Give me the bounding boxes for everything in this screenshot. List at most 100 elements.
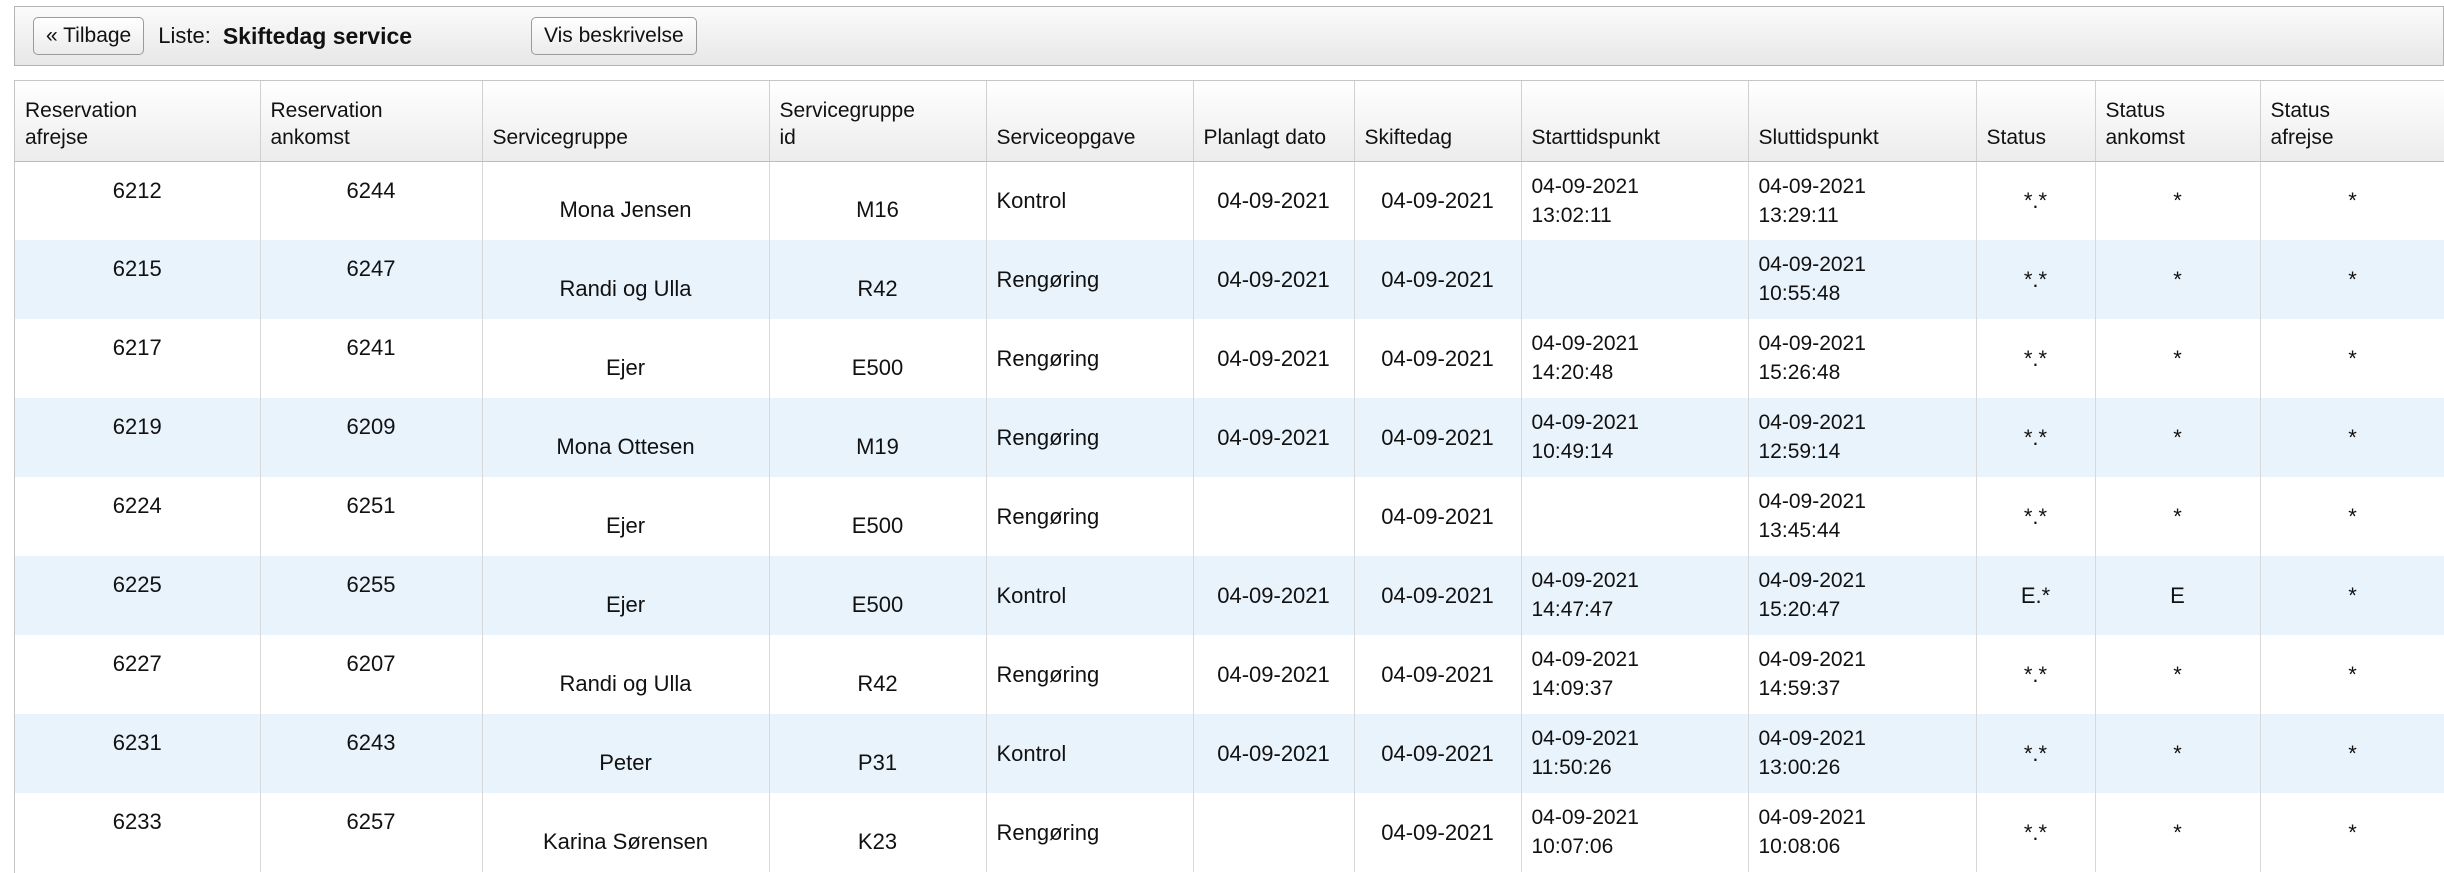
cell-status-afrejse: * <box>2260 240 2444 319</box>
cell-servicegruppe: Randi og Ulla <box>482 240 770 319</box>
column-header-servicegruppe-id[interactable]: Servicegruppe id <box>769 81 987 162</box>
cell-serviceopgave: Rengøring <box>986 793 1194 872</box>
table-row[interactable]: 6215 6247 Randi og Ulla R42 Rengøring 04-09-2… <box>15 240 2444 319</box>
column-header-servicegruppe[interactable]: Servicegruppe <box>482 81 770 162</box>
cell-reservation-afrejse: 6227 <box>15 635 261 714</box>
cell-servicegruppe-id: E500 <box>769 556 987 635</box>
cell-skiftedag: 04-09-2021 <box>1354 714 1522 793</box>
cell-starttidspunkt: 04-09-2021 10:49:14 <box>1521 398 1749 477</box>
table-row[interactable]: 6227 6207 Randi og Ulla R42 Rengøring 04-09-2… <box>15 635 2444 714</box>
cell-starttidspunkt: 04-09-2021 13:02:11 <box>1521 161 1749 240</box>
cell-planlagt-dato: 04-09-2021 <box>1193 398 1355 477</box>
cell-serviceopgave: Rengøring <box>986 477 1194 556</box>
cell-reservation-afrejse: 6215 <box>15 240 261 319</box>
service-table: Reservation afrejse Reservation ankomst … <box>15 81 2444 872</box>
column-header-serviceopgave[interactable]: Serviceopgave <box>986 81 1194 162</box>
cell-serviceopgave: Kontrol <box>986 556 1194 635</box>
cell-servicegruppe-id: E500 <box>769 319 987 398</box>
cell-status: *.* <box>1976 793 2096 872</box>
cell-status-ankomst: * <box>2095 477 2261 556</box>
cell-status-afrejse: * <box>2260 793 2444 872</box>
cell-planlagt-dato: 04-09-2021 <box>1193 161 1355 240</box>
cell-reservation-afrejse: 6219 <box>15 398 261 477</box>
cell-sluttidspunkt: 04-09-2021 13:00:26 <box>1748 714 1977 793</box>
cell-serviceopgave: Rengøring <box>986 635 1194 714</box>
table-row[interactable]: 6219 6209 Mona Ottesen M19 Rengøring 04-09-20… <box>15 398 2444 477</box>
table-header: Reservation afrejse Reservation ankomst … <box>15 81 2444 162</box>
cell-reservation-ankomst: 6255 <box>260 556 483 635</box>
cell-skiftedag: 04-09-2021 <box>1354 635 1522 714</box>
table-row[interactable]: 6212 6244 Mona Jensen M16 Kontrol 04-09-2021 0… <box>15 161 2444 240</box>
cell-skiftedag: 04-09-2021 <box>1354 793 1522 872</box>
cell-skiftedag: 04-09-2021 <box>1354 398 1522 477</box>
cell-starttidspunkt <box>1521 240 1749 319</box>
show-description-button[interactable]: Vis beskrivelse <box>531 17 697 55</box>
cell-status: *.* <box>1976 240 2096 319</box>
table-row[interactable]: 6225 6255 Ejer E500 Kontrol 04-09-2021 04-09-2… <box>15 556 2444 635</box>
cell-planlagt-dato: 04-09-2021 <box>1193 556 1355 635</box>
cell-reservation-afrejse: 6217 <box>15 319 261 398</box>
cell-status: *.* <box>1976 319 2096 398</box>
cell-servicegruppe-id: K23 <box>769 793 987 872</box>
cell-status-afrejse: * <box>2260 398 2444 477</box>
list-name: Skiftedag service <box>222 22 413 49</box>
column-header-status-afrejse[interactable]: Status afrejse <box>2260 81 2444 162</box>
column-header-starttidspunkt[interactable]: Starttidspunkt <box>1521 81 1749 162</box>
back-button[interactable]: « Tilbage <box>33 17 145 55</box>
cell-starttidspunkt: 04-09-2021 14:09:37 <box>1521 635 1749 714</box>
cell-reservation-afrejse: 6231 <box>15 714 261 793</box>
cell-serviceopgave: Kontrol <box>986 161 1194 240</box>
table-body: 6212 6244 Mona Jensen M16 Kontrol 04-09-2021 0… <box>15 161 2444 872</box>
cell-planlagt-dato: 04-09-2021 <box>1193 714 1355 793</box>
cell-serviceopgave: Rengøring <box>986 240 1194 319</box>
cell-reservation-ankomst: 6241 <box>260 319 483 398</box>
cell-servicegruppe: Mona Ottesen <box>482 398 770 477</box>
cell-reservation-afrejse: 6224 <box>15 477 261 556</box>
cell-servicegruppe: Peter <box>482 714 770 793</box>
cell-servicegruppe: Mona Jensen <box>482 161 770 240</box>
list-label: Liste: <box>158 23 211 48</box>
service-table-container: Reservation afrejse Reservation ankomst … <box>14 80 2444 873</box>
cell-status-ankomst: * <box>2095 398 2261 477</box>
cell-reservation-ankomst: 6247 <box>260 240 483 319</box>
cell-sluttidspunkt: 04-09-2021 12:59:14 <box>1748 398 1977 477</box>
column-header-sluttidspunkt[interactable]: Sluttidspunkt <box>1748 81 1977 162</box>
table-row[interactable]: 6231 6243 Peter P31 Kontrol 04-09-2021 04-09-2… <box>15 714 2444 793</box>
cell-sluttidspunkt: 04-09-2021 14:59:37 <box>1748 635 1977 714</box>
cell-status-ankomst: E <box>2095 556 2261 635</box>
cell-status-ankomst: * <box>2095 635 2261 714</box>
cell-planlagt-dato: 04-09-2021 <box>1193 635 1355 714</box>
cell-status-afrejse: * <box>2260 161 2444 240</box>
cell-servicegruppe: Karina Sørensen <box>482 793 770 872</box>
column-header-status-ankomst[interactable]: Status ankomst <box>2095 81 2261 162</box>
cell-status-ankomst: * <box>2095 319 2261 398</box>
cell-status-afrejse: * <box>2260 556 2444 635</box>
table-row[interactable]: 6217 6241 Ejer E500 Rengøring 04-09-2021 04-09… <box>15 319 2444 398</box>
cell-status: *.* <box>1976 477 2096 556</box>
cell-skiftedag: 04-09-2021 <box>1354 556 1522 635</box>
cell-status-ankomst: * <box>2095 161 2261 240</box>
column-header-reservation-afrejse[interactable]: Reservation afrejse <box>15 81 261 162</box>
cell-sluttidspunkt: 04-09-2021 15:20:47 <box>1748 556 1977 635</box>
cell-sluttidspunkt: 04-09-2021 10:08:06 <box>1748 793 1977 872</box>
cell-status: *.* <box>1976 398 2096 477</box>
table-row[interactable]: 6233 6257 Karina Sørensen K23 Rengøring 04-09… <box>15 793 2444 872</box>
cell-serviceopgave: Kontrol <box>986 714 1194 793</box>
column-header-reservation-ankomst[interactable]: Reservation ankomst <box>260 81 483 162</box>
cell-status: *.* <box>1976 161 2096 240</box>
cell-status: *.* <box>1976 714 2096 793</box>
cell-reservation-ankomst: 6207 <box>260 635 483 714</box>
cell-reservation-afrejse: 6212 <box>15 161 261 240</box>
cell-status: E.* <box>1976 556 2096 635</box>
cell-planlagt-dato: 04-09-2021 <box>1193 319 1355 398</box>
header-row: Reservation afrejse Reservation ankomst … <box>15 81 2444 162</box>
column-header-skiftedag[interactable]: Skiftedag <box>1354 81 1522 162</box>
cell-starttidspunkt: 04-09-2021 14:20:48 <box>1521 319 1749 398</box>
cell-reservation-ankomst: 6209 <box>260 398 483 477</box>
column-header-status[interactable]: Status <box>1976 81 2096 162</box>
cell-servicegruppe-id: M16 <box>769 161 987 240</box>
cell-status-afrejse: * <box>2260 319 2444 398</box>
column-header-planlagt-dato[interactable]: Planlagt dato <box>1193 81 1355 162</box>
table-row[interactable]: 6224 6251 Ejer E500 Rengøring 04-09-2021 04-09… <box>15 477 2444 556</box>
cell-servicegruppe: Randi og Ulla <box>482 635 770 714</box>
